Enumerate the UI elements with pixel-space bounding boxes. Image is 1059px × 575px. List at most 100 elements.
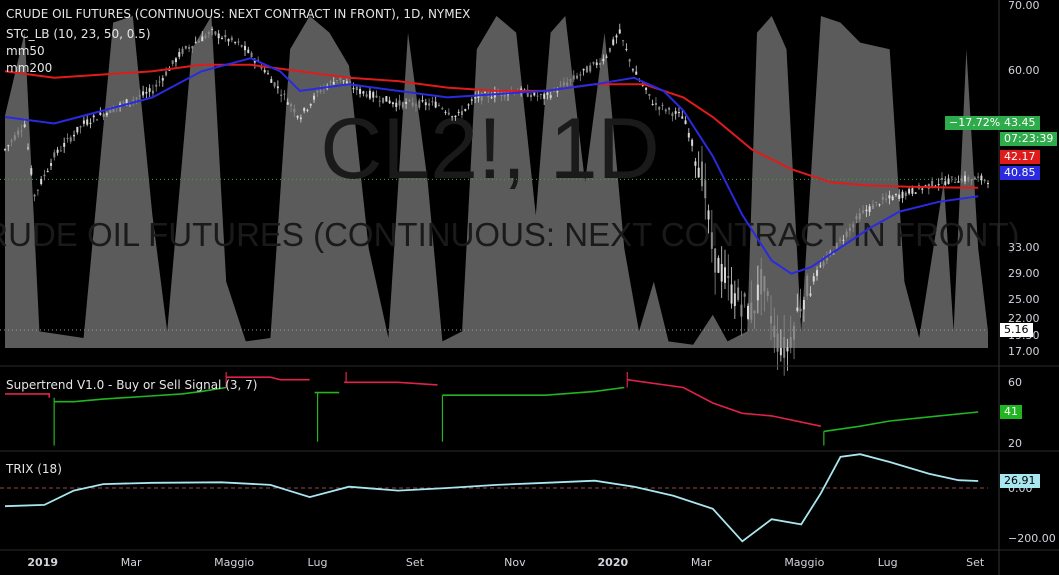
candle-body [151, 90, 154, 94]
price-tick: 17.00 [1008, 345, 1040, 358]
candle-body [306, 109, 309, 111]
candle-body [421, 100, 424, 102]
supertrend-segment [5, 393, 50, 398]
legend-supertrend[interactable]: Supertrend V1.0 - Buy or Sell Signal (3,… [6, 377, 257, 393]
candle-body [747, 305, 750, 319]
candle-body [957, 181, 960, 183]
candle-body [329, 81, 332, 83]
candle-body [546, 92, 549, 95]
candle-body [431, 101, 434, 103]
candle-body [414, 104, 417, 106]
candle-body [460, 111, 463, 115]
candle-body [181, 48, 184, 54]
candle-body [250, 52, 253, 57]
legend-trix[interactable]: TRIX (18) [6, 461, 62, 477]
candle-body [82, 120, 85, 124]
candle-body [566, 82, 569, 86]
candle-body [36, 189, 39, 191]
candle-body [319, 90, 322, 93]
candle-body [474, 97, 477, 99]
candle-body [904, 192, 907, 197]
trix-line [4, 453, 979, 543]
candle-body [59, 150, 62, 152]
candle-body [737, 287, 740, 300]
candle-body [388, 100, 391, 104]
candle-body [161, 78, 164, 81]
candle-body [79, 126, 82, 128]
candle-body [73, 134, 76, 137]
candle-body [802, 300, 805, 310]
supertrend-value-tag: 41 [1000, 405, 1022, 419]
change-percent-badge: −17.72% [945, 116, 1005, 130]
candle-body [842, 239, 845, 241]
candle-body [234, 42, 237, 44]
candle-body [444, 111, 447, 113]
candle-body [822, 262, 825, 266]
candle-body [280, 94, 283, 96]
chart-canvas[interactable]: CL2!, 1D CRUDE OIL FUTURES (CONTINUOUS: … [0, 0, 1059, 575]
candle-body [592, 62, 595, 64]
candle-body [188, 47, 191, 49]
candle-body [378, 100, 381, 102]
candle-body [451, 116, 454, 118]
candle-body [845, 231, 848, 237]
candle-body [480, 92, 483, 101]
trix-tick-minus200: −200.00 [1008, 532, 1056, 545]
candle-body [661, 104, 664, 106]
candle-body [940, 177, 943, 180]
candle-body [645, 87, 648, 91]
candle-body [355, 86, 358, 91]
mm50-value-tag: 40.85 [1000, 166, 1040, 180]
legend-mm200[interactable]: mm200 [6, 60, 52, 76]
candle-body [332, 81, 335, 85]
candle-body [441, 108, 444, 110]
candle-body [401, 102, 404, 108]
countdown-tag: 07:23:39 [1000, 132, 1058, 146]
legend-stc[interactable]: STC_LB (10, 23, 50, 0.5) [6, 26, 151, 42]
candle-body [740, 304, 743, 317]
candle-body [579, 74, 582, 76]
candle-body [227, 39, 230, 42]
price-tick: 29.00 [1008, 266, 1040, 280]
candle-body [102, 113, 105, 118]
candle-body [447, 112, 450, 115]
candle-body [549, 95, 552, 98]
candle-body [651, 103, 654, 105]
candle-body [316, 90, 319, 93]
candle-body [536, 95, 539, 97]
candle-body [612, 39, 615, 45]
candle-body [894, 194, 897, 196]
supertrend-segment [823, 411, 979, 433]
candle-body [947, 178, 950, 184]
candle-body [717, 257, 720, 273]
candle-body [174, 58, 177, 63]
candle-body [138, 95, 141, 97]
candle-body [891, 196, 894, 201]
candle-body [23, 124, 26, 127]
candle-body [779, 347, 782, 356]
candle-body [122, 102, 125, 104]
supertrend-segment [344, 381, 438, 386]
legend-mm50[interactable]: mm50 [6, 43, 45, 59]
candle-body [888, 195, 891, 199]
candle-body [858, 213, 861, 220]
candle-body [313, 95, 316, 100]
candle-body [165, 71, 168, 76]
candle-body [671, 113, 674, 116]
candle-body [839, 239, 842, 241]
time-tick: Mar [690, 556, 712, 569]
candle-body [283, 93, 286, 95]
time-tick: Nov [504, 556, 526, 569]
candle-body [967, 177, 970, 181]
candle-body [871, 204, 874, 210]
candle-body [776, 333, 779, 352]
supertrend-tick-20: 20 [1008, 437, 1022, 450]
candle-body [773, 325, 776, 338]
candle-body [730, 284, 733, 304]
candle-body [796, 307, 799, 311]
candle-body [654, 103, 657, 105]
candle-body [677, 112, 680, 114]
candle-body [806, 276, 809, 297]
candle-body [207, 32, 210, 34]
candle-body [89, 122, 92, 124]
